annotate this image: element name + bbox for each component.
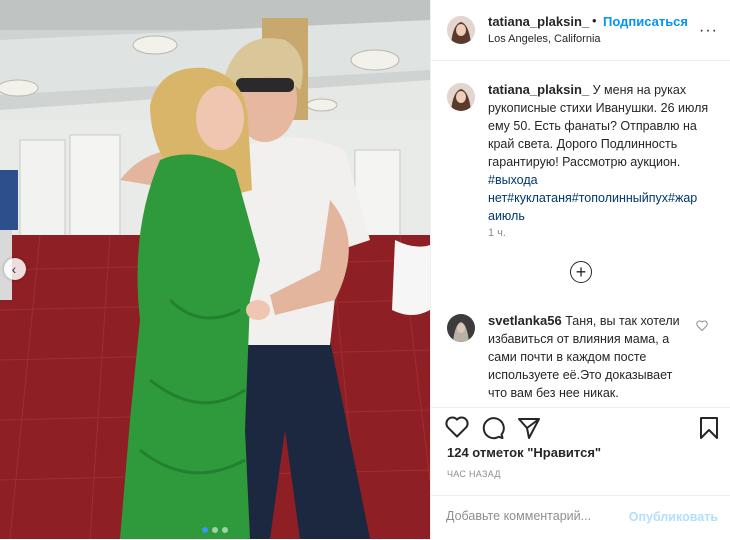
commenter-avatar[interactable] bbox=[447, 314, 475, 342]
publish-button[interactable]: Опубликовать bbox=[629, 510, 718, 524]
author-avatar[interactable] bbox=[447, 16, 475, 44]
load-more-comments-button[interactable]: + bbox=[570, 261, 592, 283]
save-bookmark-icon[interactable] bbox=[699, 416, 719, 445]
chevron-left-icon: ‹ bbox=[11, 261, 17, 277]
follow-button[interactable]: Подписаться bbox=[603, 14, 688, 29]
more-options-icon[interactable]: ··· bbox=[699, 22, 718, 40]
add-comment-bar: Опубликовать bbox=[431, 495, 730, 540]
carousel-dots bbox=[0, 527, 430, 533]
carousel-dot bbox=[212, 527, 218, 533]
like-icon[interactable] bbox=[445, 416, 469, 443]
caption-text: tatiana_plaksin_ У меня на руках рукопис… bbox=[488, 81, 716, 225]
post-side-panel: tatiana_plaksin_ • Подписаться Los Angel… bbox=[430, 0, 730, 539]
post-location[interactable]: Los Angeles, California bbox=[488, 33, 601, 45]
share-icon[interactable] bbox=[517, 416, 541, 445]
post-actions: 124 отметок "Нравится" ЧАС НАЗАД bbox=[431, 407, 730, 496]
comments-list[interactable]: tatiana_plaksin_ У меня на руках рукопис… bbox=[431, 61, 730, 407]
caption-time: 1 ч. bbox=[488, 227, 506, 239]
comment-text: svetlanka56 Таня, вы так хотели избавить… bbox=[488, 312, 693, 402]
carousel-dot bbox=[202, 527, 208, 533]
caption-hashtags[interactable]: #выхода нет#куклатаня#тополинныйпух#жар … bbox=[488, 173, 701, 223]
commenter-username[interactable]: svetlanka56 bbox=[488, 313, 562, 328]
caption-username[interactable]: tatiana_plaksin_ bbox=[488, 82, 589, 97]
photo-illustration bbox=[0, 0, 430, 539]
carousel-dot bbox=[222, 527, 228, 533]
likes-count[interactable]: 124 отметок "Нравится" bbox=[447, 445, 601, 460]
post-time-ago: ЧАС НАЗАД bbox=[447, 469, 501, 479]
post-header: tatiana_plaksin_ • Подписаться Los Angel… bbox=[431, 0, 730, 61]
separator-dot: • bbox=[592, 13, 597, 28]
post-photo[interactable]: ‹ bbox=[0, 0, 430, 539]
author-username[interactable]: tatiana_plaksin_ bbox=[488, 14, 589, 29]
plus-icon: + bbox=[575, 262, 587, 282]
carousel-prev-button[interactable]: ‹ bbox=[4, 258, 26, 280]
comment-input[interactable] bbox=[444, 508, 618, 524]
caption-avatar[interactable] bbox=[447, 83, 475, 111]
comment-icon[interactable] bbox=[481, 416, 505, 445]
comment-like-icon[interactable] bbox=[696, 318, 708, 336]
